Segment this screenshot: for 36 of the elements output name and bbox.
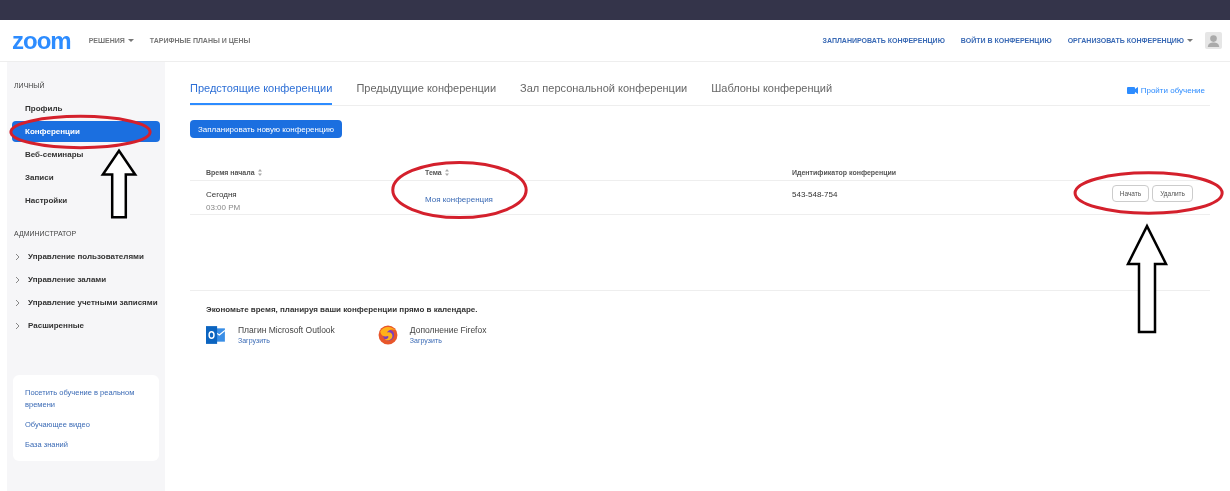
sidebar-item[interactable]: Конференции bbox=[12, 121, 160, 142]
tab[interactable]: Зал персональной конференции bbox=[520, 82, 688, 105]
sidebar-item[interactable]: Управление учетными записями bbox=[12, 292, 158, 313]
tab[interactable]: Шаблоны конференций bbox=[711, 82, 833, 105]
sidebar-item[interactable]: Веб-семинары bbox=[12, 144, 84, 165]
meeting-id: 543-548-754 bbox=[792, 189, 839, 201]
meeting-time: 03:00 PM bbox=[206, 202, 242, 214]
tab[interactable]: Предстоящие конференции bbox=[190, 82, 333, 105]
sort-icon bbox=[444, 168, 449, 176]
sidebar-item[interactable]: Профиль bbox=[12, 98, 63, 119]
caret-icon bbox=[1187, 39, 1193, 42]
chevron-right-icon bbox=[15, 276, 20, 283]
sidebar-item[interactable]: Расширенные bbox=[12, 315, 84, 336]
meeting-topic-link[interactable]: Моя конференция bbox=[425, 195, 493, 204]
fox-globe-icon bbox=[377, 325, 398, 345]
sidebar-item[interactable]: Записи bbox=[12, 167, 54, 188]
video-camera-icon bbox=[1126, 87, 1138, 94]
chevron-right-icon bbox=[15, 253, 20, 260]
sidebar-item[interactable]: Управление пользователями bbox=[12, 246, 144, 267]
sidebar-item[interactable]: Настройки bbox=[12, 190, 68, 211]
up-arrow-annotation bbox=[102, 150, 136, 218]
sidebar-item[interactable]: Управление залами bbox=[12, 269, 107, 290]
caret-icon bbox=[127, 39, 134, 42]
training-link[interactable]: Пройти обучение bbox=[1126, 86, 1205, 95]
chevron-right-icon bbox=[15, 322, 20, 329]
avatar-icon[interactable] bbox=[1205, 32, 1222, 49]
zoom-logo[interactable]: zoom bbox=[12, 28, 71, 53]
plugin-name: Плагин Microsoft Outlook bbox=[238, 325, 335, 335]
schedule-meeting-button[interactable]: Запланировать новую конференцию bbox=[190, 120, 343, 138]
envelope-logo-icon bbox=[206, 325, 226, 345]
plugin-name: Дополнение Firefox bbox=[409, 325, 487, 335]
calendar-promo-text: Экономьте время, планируя ваши конференции прямо в календаре. bbox=[206, 305, 479, 314]
tab[interactable]: Предыдущие конференции bbox=[356, 82, 497, 105]
chevron-right-icon bbox=[15, 299, 20, 306]
meeting-day: Сегодня bbox=[206, 188, 425, 201]
sort-icon bbox=[257, 168, 262, 176]
